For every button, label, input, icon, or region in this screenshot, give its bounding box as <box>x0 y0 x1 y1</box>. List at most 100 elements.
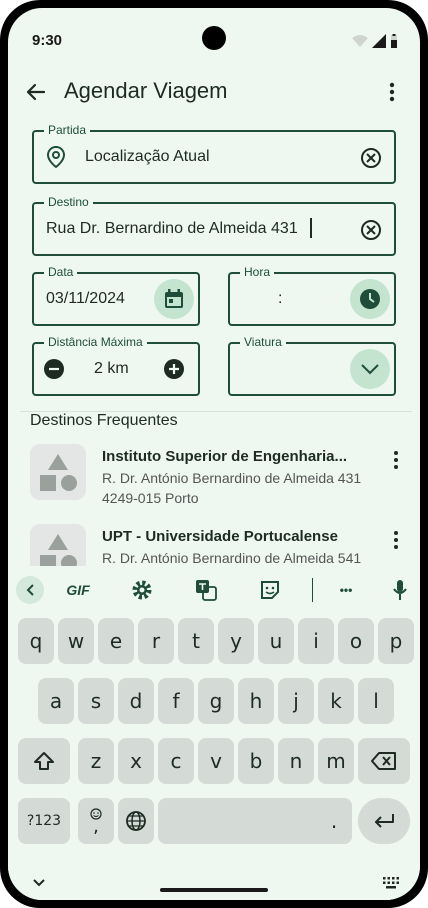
key-u[interactable]: u <box>258 618 294 664</box>
backspace-key[interactable] <box>358 738 410 784</box>
keyboard-toolbar: GIF ••• <box>8 572 420 608</box>
item-menu-icon[interactable] <box>386 528 406 552</box>
calendar-button[interactable] <box>154 279 194 319</box>
battery-icon <box>391 34 397 48</box>
key-q[interactable]: q <box>18 618 54 664</box>
enter-key[interactable] <box>358 798 410 844</box>
clear-destino-icon[interactable] <box>360 219 382 241</box>
camera-cutout <box>202 26 226 50</box>
hora-field[interactable]: Hora : <box>228 265 396 326</box>
distancia-field: Distância Máxima 2 km <box>32 335 200 396</box>
clear-partida-icon[interactable] <box>360 147 382 169</box>
emoji-comma-key[interactable]: , <box>78 798 114 844</box>
more-tools-button[interactable]: ••• <box>332 576 360 604</box>
place-name: Instituto Superior de Engenharia... <box>102 448 348 465</box>
key-m[interactable]: m <box>318 738 354 784</box>
app-bar: Agendar Viagem <box>8 68 420 116</box>
destino-input[interactable]: Rua Dr. Bernardino de Almeida 431 <box>46 220 298 238</box>
gesture-bar <box>160 888 268 892</box>
translate-icon <box>196 580 217 601</box>
wifi-icon <box>352 35 368 47</box>
period-key[interactable]: . <box>316 798 352 844</box>
status-bar: 9:30 <box>8 8 420 64</box>
list-item[interactable]: Instituto Superior de Engenharia... R. D… <box>8 444 420 524</box>
location-pin-icon <box>46 146 66 168</box>
data-label: Data <box>44 265 78 279</box>
key-g[interactable]: g <box>198 678 234 724</box>
backspace-icon <box>371 752 396 770</box>
key-l[interactable]: l <box>358 678 394 724</box>
sticker-button[interactable] <box>256 576 284 604</box>
place-name: UPT - Universidade Portucalense <box>102 528 338 545</box>
keyboard-switch-icon[interactable] <box>382 876 400 890</box>
destino-field[interactable]: Destino Rua Dr. Bernardino de Almeida 43… <box>32 195 396 256</box>
translate-button[interactable] <box>192 576 220 604</box>
key-e[interactable]: e <box>98 618 134 664</box>
key-j[interactable]: j <box>278 678 314 724</box>
place-address: R. Dr. António Bernardino de Almeida 541 <box>102 550 362 566</box>
key-a[interactable]: a <box>38 678 74 724</box>
hora-label: Hora <box>240 265 275 279</box>
key-n[interactable]: n <box>278 738 314 784</box>
key-x[interactable]: x <box>118 738 154 784</box>
chevron-down-icon <box>361 364 379 375</box>
settings-button[interactable] <box>128 576 156 604</box>
calendar-icon <box>165 289 183 308</box>
viatura-dropdown-button[interactable] <box>350 349 390 389</box>
page-title: Agendar Viagem <box>64 78 228 103</box>
key-o[interactable]: o <box>338 618 374 664</box>
place-postal-code: 4249-015 Porto <box>102 490 199 506</box>
status-icons <box>352 34 398 48</box>
collapse-toolbar-button[interactable] <box>16 576 44 604</box>
key-p[interactable]: p <box>378 618 414 664</box>
clock-button[interactable] <box>350 279 390 319</box>
voice-input-button[interactable] <box>386 576 414 604</box>
distancia-label: Distância Máxima <box>44 335 147 349</box>
key-h[interactable]: h <box>238 678 274 724</box>
key-t[interactable]: t <box>178 618 214 664</box>
item-menu-icon[interactable] <box>386 448 406 472</box>
key-k[interactable]: k <box>318 678 354 724</box>
chevron-left-icon <box>26 584 34 596</box>
phone-frame: 9:30 Agendar Viagem Partida Localização … <box>0 0 428 908</box>
partida-field[interactable]: Partida Localização Atual <box>32 123 396 184</box>
distancia-value: 2 km <box>94 360 129 377</box>
key-b[interactable]: b <box>238 738 274 784</box>
more-options-icon[interactable] <box>380 80 404 104</box>
key-i[interactable]: i <box>298 618 334 664</box>
key-r[interactable]: r <box>138 618 174 664</box>
gif-button[interactable]: GIF <box>62 576 94 604</box>
viatura-label: Viatura <box>240 335 286 349</box>
text-cursor <box>310 218 312 238</box>
back-arrow-icon[interactable] <box>22 80 50 104</box>
key-s[interactable]: s <box>78 678 114 724</box>
decrease-icon[interactable] <box>44 359 64 379</box>
frequent-destinations-title: Destinos Frequentes <box>30 412 178 429</box>
key-z[interactable]: z <box>78 738 114 784</box>
partida-label: Partida <box>44 123 91 137</box>
signal-icon <box>372 34 386 48</box>
shift-key[interactable] <box>18 738 70 784</box>
toolbar-separator <box>312 578 313 602</box>
gear-icon <box>132 580 152 600</box>
status-time: 9:30 <box>32 32 63 49</box>
key-c[interactable]: c <box>158 738 194 784</box>
key-y[interactable]: y <box>218 618 254 664</box>
key-d[interactable]: d <box>118 678 154 724</box>
key-w[interactable]: w <box>58 618 94 664</box>
keyboard-hide-chevron-icon[interactable] <box>32 878 46 888</box>
sticker-icon <box>261 581 279 599</box>
language-key[interactable] <box>118 798 154 844</box>
key-v[interactable]: v <box>198 738 234 784</box>
destino-label: Destino <box>44 195 93 209</box>
key-f[interactable]: f <box>158 678 194 724</box>
comma-label: , <box>93 816 99 837</box>
place-thumbnail <box>30 444 86 500</box>
increase-icon[interactable] <box>164 359 184 379</box>
symbols-key[interactable]: ?123 <box>18 798 70 844</box>
data-field[interactable]: Data 03/11/2024 <box>32 265 200 326</box>
place-address: R. Dr. António Bernardino de Almeida 431 <box>102 470 362 486</box>
microphone-icon <box>393 580 407 600</box>
viatura-field[interactable]: Viatura <box>228 335 396 396</box>
clock-icon <box>360 289 380 309</box>
